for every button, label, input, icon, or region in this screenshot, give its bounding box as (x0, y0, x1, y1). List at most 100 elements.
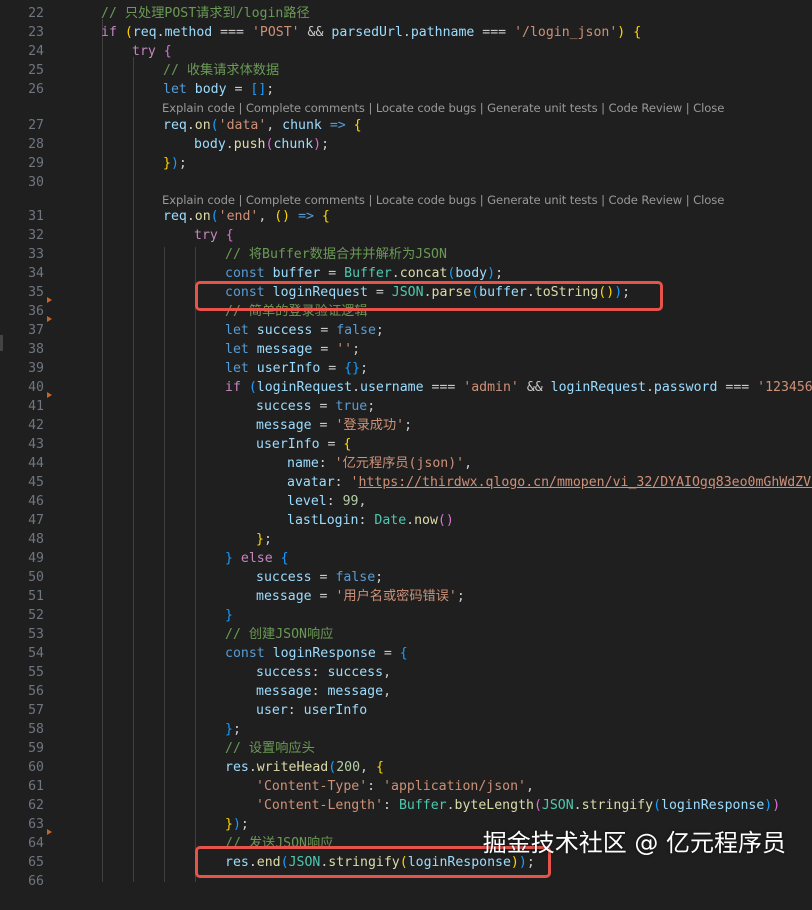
line-number: 33 (0, 245, 44, 264)
url-link[interactable]: https://thirdwx.qlogo.cn/mmopen/vi_32/DY… (359, 475, 812, 490)
codelens-locate-bugs[interactable]: Locate code bugs (376, 101, 476, 115)
string-literal: 'data' (219, 118, 267, 133)
line-number: 51 (0, 587, 44, 606)
code-line: 38 let message = ''; (0, 340, 812, 359)
codelens-locate-bugs[interactable]: Locate code bugs (376, 193, 476, 207)
code-line: 52 } (0, 606, 812, 625)
codelens-separator: | (476, 193, 487, 207)
code-line: 53 // 创建JSON响应 (0, 625, 812, 644)
identifier: message (256, 684, 312, 699)
code-line: 55 success: success, (0, 663, 812, 682)
line-number: 58 (0, 720, 44, 739)
comment: // 创建JSON响应 (225, 627, 333, 642)
identifier: loginResponse (661, 798, 764, 813)
codelens-close[interactable]: Close (693, 193, 724, 207)
code-line: 51 message = '用户名或密码错误'; (0, 587, 812, 606)
codelens-code-review[interactable]: Code Review (609, 193, 683, 207)
keyword: let (225, 342, 249, 357)
code-line: 24 try { (0, 42, 812, 61)
codelens-code-review[interactable]: Code Review (609, 101, 683, 115)
line-number: 37 (0, 321, 44, 340)
boolean-literal: true (335, 399, 367, 414)
function-call: stringify (582, 798, 653, 813)
function-call: concat (400, 266, 448, 281)
codelens-generate-tests[interactable]: Generate unit tests (487, 101, 597, 115)
line-number: 43 (0, 435, 44, 454)
code-line: 22 // 只处理POST请求到/login路径 (0, 4, 812, 23)
codelens-separator: | (476, 101, 487, 115)
code-line: 48 }; (0, 530, 812, 549)
identifier: message (256, 418, 312, 433)
code-line: 58 }; (0, 720, 812, 739)
codelens-explain-code[interactable]: Explain code (162, 193, 235, 207)
identifier: success (327, 665, 383, 680)
codelens-close[interactable]: Close (693, 101, 724, 115)
identifier: loginRequest (551, 380, 646, 395)
line-number: 59 (0, 739, 44, 758)
code-line: 40 if (loginRequest.username === 'admin'… (0, 378, 812, 397)
string-literal: '123456' (757, 380, 812, 395)
string-literal: '亿元程序员(json)' (335, 456, 464, 471)
codelens-separator: | (682, 101, 693, 115)
keyword: let (225, 361, 249, 376)
string-literal: '用户名或密码错误' (335, 589, 456, 604)
code-line: 25 // 收集请求体数据 (0, 61, 812, 80)
string-literal: ' (351, 475, 359, 490)
line-number: 35 (0, 283, 44, 302)
line-number: 30 (0, 173, 44, 192)
code-line: 41 success = true; (0, 397, 812, 416)
comment: // 将Buffer数据合并并解析为JSON (225, 247, 447, 262)
code-line: 42 message = '登录成功'; (0, 416, 812, 435)
identifier: loginRequest (273, 285, 368, 300)
line-number: 47 (0, 511, 44, 530)
code-line: 29 }); (0, 154, 812, 173)
line-number: 40 (0, 378, 44, 397)
identifier: req (163, 118, 187, 133)
identifier: user (256, 703, 288, 718)
identifier: pathname (411, 25, 475, 40)
line-number: 65 (0, 853, 44, 872)
keyword: else (241, 551, 273, 566)
line-number: 22 (0, 4, 44, 23)
identifier: userInfo (256, 437, 320, 452)
code-line: 30 (0, 173, 812, 192)
identifier: buffer (273, 266, 321, 281)
line-number: 26 (0, 80, 44, 99)
codelens-complete-comments[interactable]: Complete comments (246, 193, 365, 207)
number-literal: 99 (343, 494, 359, 509)
line-number: 44 (0, 454, 44, 473)
line-number: 53 (0, 625, 44, 644)
number-literal: 200 (336, 760, 360, 775)
codelens-generate-tests[interactable]: Generate unit tests (487, 193, 597, 207)
identifier: message (257, 342, 313, 357)
identifier: buffer (479, 285, 527, 300)
function-call: toString (535, 285, 599, 300)
identifier: message (256, 589, 312, 604)
codelens-bar: Explain code | Complete comments | Locat… (162, 100, 724, 116)
boolean-literal: false (336, 323, 376, 338)
codelens-separator: | (235, 101, 246, 115)
line-number: 29 (0, 154, 44, 173)
line-number: 54 (0, 644, 44, 663)
code-line: 49 } else { (0, 549, 812, 568)
function-call: push (234, 137, 266, 152)
code-line: 46 level: 99, (0, 492, 812, 511)
string-literal: '/login_json' (514, 25, 617, 40)
identifier: avatar (287, 475, 335, 490)
codelens-separator: | (365, 101, 376, 115)
code-line: 32 try { (0, 226, 812, 245)
function-call: end (257, 855, 281, 870)
codelens-explain-code[interactable]: Explain code (162, 101, 235, 115)
line-number: 27 (0, 116, 44, 135)
boolean-literal: false (335, 570, 375, 585)
identifier: chunk (282, 118, 322, 133)
codelens-complete-comments[interactable]: Complete comments (246, 101, 365, 115)
line-number: 32 (0, 226, 44, 245)
line-number: 50 (0, 568, 44, 587)
code-line: 44 name: '亿元程序员(json)', (0, 454, 812, 473)
watermark: 掘金技术社区 @ 亿元程序员 (483, 823, 786, 858)
identifier: chunk (273, 137, 313, 152)
class-name: JSON (392, 285, 424, 300)
code-line: 28 body.push(chunk); (0, 135, 812, 154)
code-line: 36 // 简单的登录验证逻辑 (0, 302, 812, 321)
